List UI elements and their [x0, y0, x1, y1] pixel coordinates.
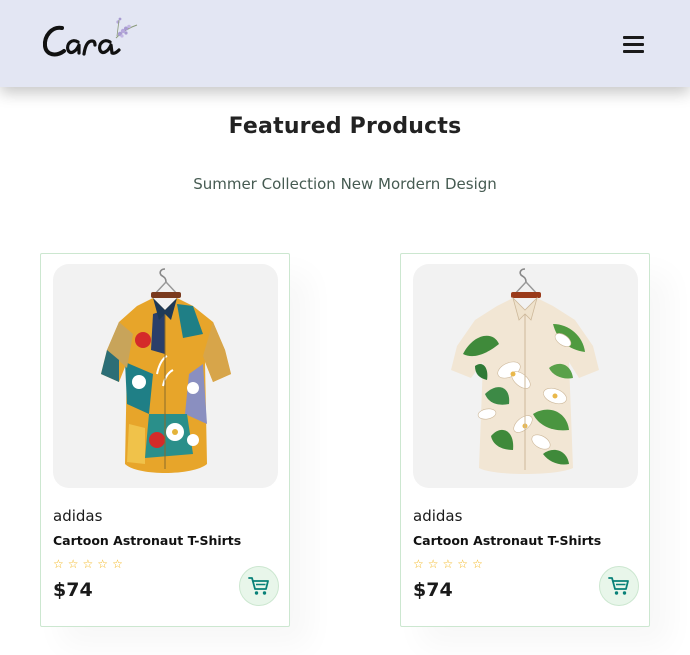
product-name: Cartoon Astronaut T-Shirts: [53, 533, 242, 548]
section-title: Featured Products: [228, 114, 462, 139]
product-brand: adidas: [413, 507, 463, 525]
product-price: $74: [53, 579, 93, 601]
product-name: Cartoon Astronaut T-Shirts: [413, 533, 602, 548]
menu-bar: [623, 36, 644, 39]
star-icon: ☆: [413, 557, 424, 571]
section-subtitle: Summer Collection New Mordern Design: [193, 175, 497, 193]
product-price: $74: [413, 579, 453, 601]
star-icon: ☆: [82, 557, 94, 571]
cara-logo[interactable]: [40, 14, 144, 64]
star-icon: ☆: [472, 557, 483, 571]
star-icon: ☆: [53, 557, 64, 571]
star-icon: ☆: [442, 557, 454, 571]
menu-bar: [623, 50, 644, 53]
product-card[interactable]: adidas Cartoon Astronaut T-Shirts ☆ ☆ ☆ …: [400, 253, 650, 627]
floral-shirt-image: [451, 268, 599, 474]
menu-bar: [623, 43, 644, 46]
product-card[interactable]: adidas Cartoon Astronaut T-Shirts ☆ ☆ ☆ …: [40, 253, 290, 627]
colorful-shirt-image: [101, 268, 231, 473]
add-to-cart-button[interactable]: [239, 566, 279, 606]
product-image[interactable]: [53, 264, 278, 488]
star-icon: ☆: [112, 557, 123, 571]
rating-stars: ☆ ☆ ☆ ☆ ☆: [53, 557, 123, 571]
cart-icon: [608, 577, 629, 595]
star-icon: ☆: [67, 557, 79, 571]
site-header: [0, 0, 690, 87]
add-to-cart-button[interactable]: [599, 566, 639, 606]
star-icon: ☆: [457, 557, 469, 571]
star-icon: ☆: [97, 557, 109, 571]
hamburger-menu-icon[interactable]: [619, 31, 649, 57]
cart-icon: [248, 577, 269, 595]
product-image[interactable]: [413, 264, 638, 488]
rating-stars: ☆ ☆ ☆ ☆ ☆: [413, 557, 483, 571]
product-brand: adidas: [53, 507, 103, 525]
star-icon: ☆: [427, 557, 439, 571]
